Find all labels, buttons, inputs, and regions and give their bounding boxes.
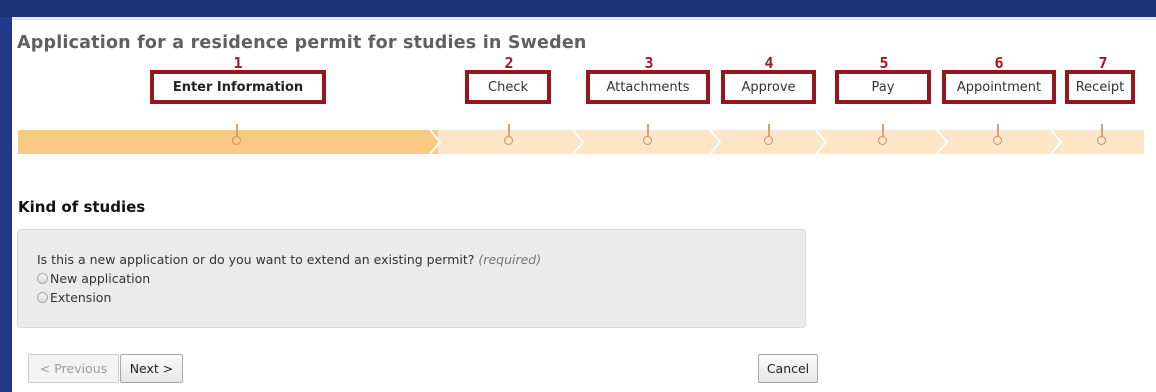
radio-new-application[interactable]: New application — [37, 271, 150, 286]
required-note: (required) — [478, 252, 542, 267]
step-dot-7 — [1097, 136, 1106, 145]
page-title: Application for a residence permit for s… — [17, 33, 587, 53]
step-pay[interactable]: Pay — [835, 70, 931, 104]
progress-chevrons — [429, 130, 1063, 154]
step-marker-3 — [647, 124, 649, 136]
radio-label: New application — [50, 271, 151, 286]
radio-button[interactable] — [37, 292, 48, 303]
step-attachments[interactable]: Attachments — [586, 70, 710, 104]
radio-label: Extension — [50, 290, 112, 305]
step-marker-2 — [508, 124, 510, 136]
question-text: Is this a new application or do you want… — [37, 252, 475, 267]
step-check[interactable]: Check — [465, 70, 551, 104]
step-dot-2 — [504, 136, 513, 145]
step-marker-4 — [768, 124, 770, 136]
step-dot-5 — [878, 136, 887, 145]
step-dot-4 — [764, 136, 773, 145]
previous-button[interactable]: < Previous — [28, 354, 119, 383]
panel-top-border — [12, 17, 1156, 20]
step-marker-5 — [882, 124, 884, 136]
step-receipt[interactable]: Receipt — [1065, 70, 1135, 104]
step-dot-1 — [232, 136, 241, 145]
step-dot-3 — [643, 136, 652, 145]
radio-extension[interactable]: Extension — [37, 290, 111, 305]
cancel-button[interactable]: Cancel — [758, 354, 818, 383]
step-appointment[interactable]: Appointment — [942, 70, 1056, 104]
step-marker-1 — [236, 124, 238, 136]
window-top-strip — [0, 0, 1156, 17]
question-label: Is this a new application or do you want… — [37, 252, 541, 267]
step-marker-6 — [997, 124, 999, 136]
next-button[interactable]: Next > — [120, 354, 183, 383]
step-approve[interactable]: Approve — [721, 70, 816, 104]
step-dot-6 — [993, 136, 1002, 145]
radio-button[interactable] — [37, 273, 48, 284]
section-heading: Kind of studies — [18, 198, 146, 216]
step-marker-7 — [1101, 124, 1103, 136]
step-enter-information[interactable]: Enter Information — [150, 70, 326, 104]
question-box: Is this a new application or do you want… — [17, 229, 806, 328]
progress-bar — [18, 130, 1144, 154]
